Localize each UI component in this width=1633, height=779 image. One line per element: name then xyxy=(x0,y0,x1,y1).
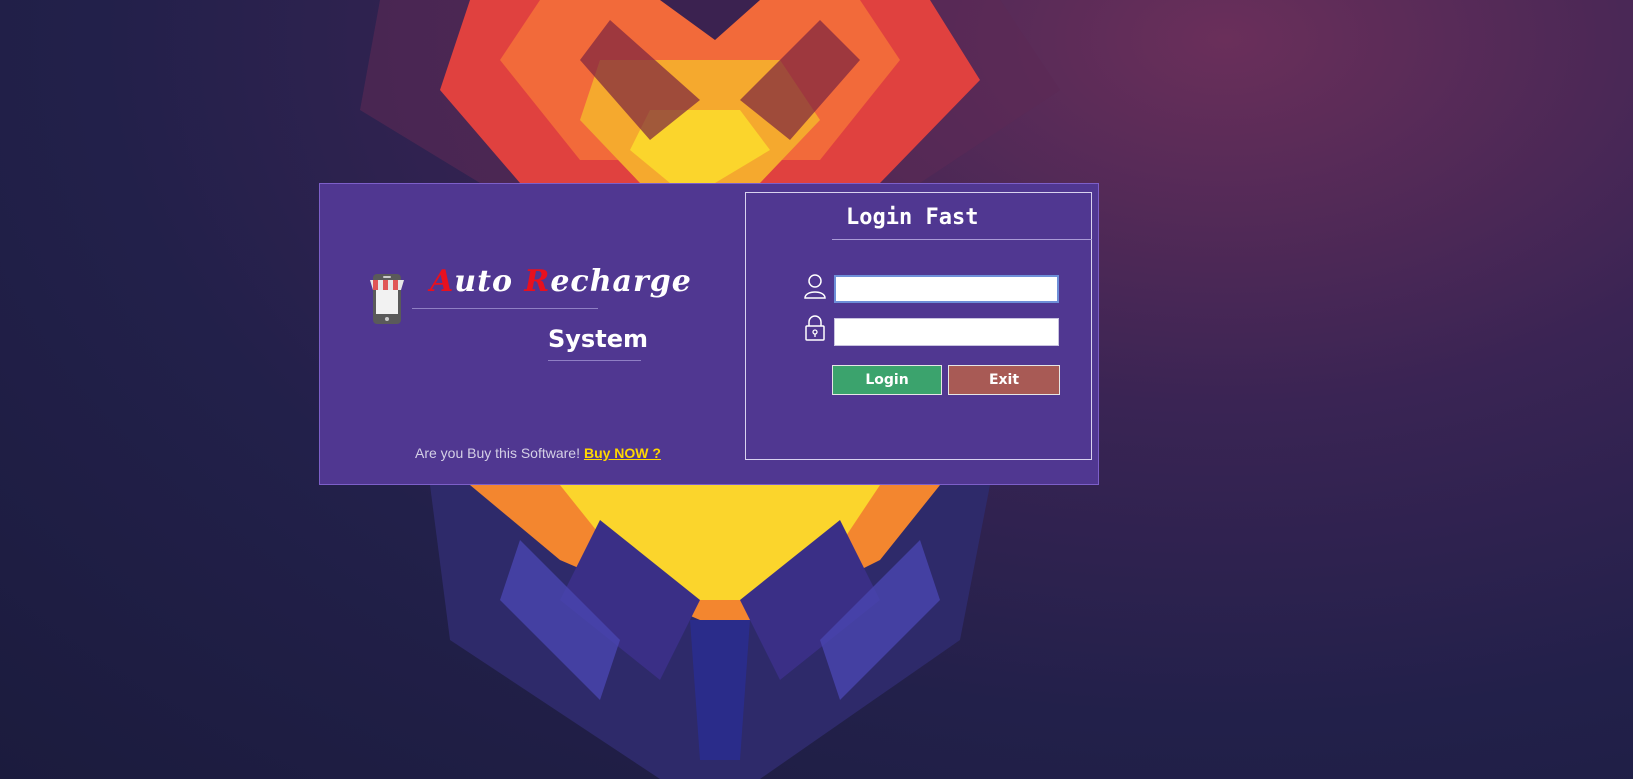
buy-now-link[interactable]: Buy NOW ? xyxy=(584,445,661,461)
lock-icon xyxy=(805,315,825,341)
login-title-underline xyxy=(832,239,1092,240)
login-window: Auto Recharge System Are you Buy this So… xyxy=(319,183,1099,485)
buy-question-text: Are you Buy this Software! xyxy=(415,445,580,461)
title-initial-r: R xyxy=(524,264,551,299)
login-button[interactable]: Login xyxy=(832,365,942,395)
title-underline xyxy=(412,308,598,309)
app-title: Auto Recharge xyxy=(430,264,692,299)
title-initial-a: A xyxy=(430,264,455,299)
login-panel: Login Fast Login Exit xyxy=(745,192,1092,460)
login-title: Login Fast xyxy=(846,205,979,230)
exit-button[interactable]: Exit xyxy=(948,365,1060,395)
app-subtitle: System xyxy=(548,325,648,353)
user-icon xyxy=(804,274,826,299)
title-part-echarge: echarge xyxy=(550,264,692,299)
username-input[interactable] xyxy=(834,275,1059,303)
mobile-shop-icon xyxy=(370,274,404,324)
buy-prompt: Are you Buy this Software! Buy NOW ? xyxy=(415,445,661,461)
title-part-uto: uto xyxy=(454,264,525,299)
subtitle-underline xyxy=(548,360,641,361)
password-input[interactable] xyxy=(834,318,1059,346)
